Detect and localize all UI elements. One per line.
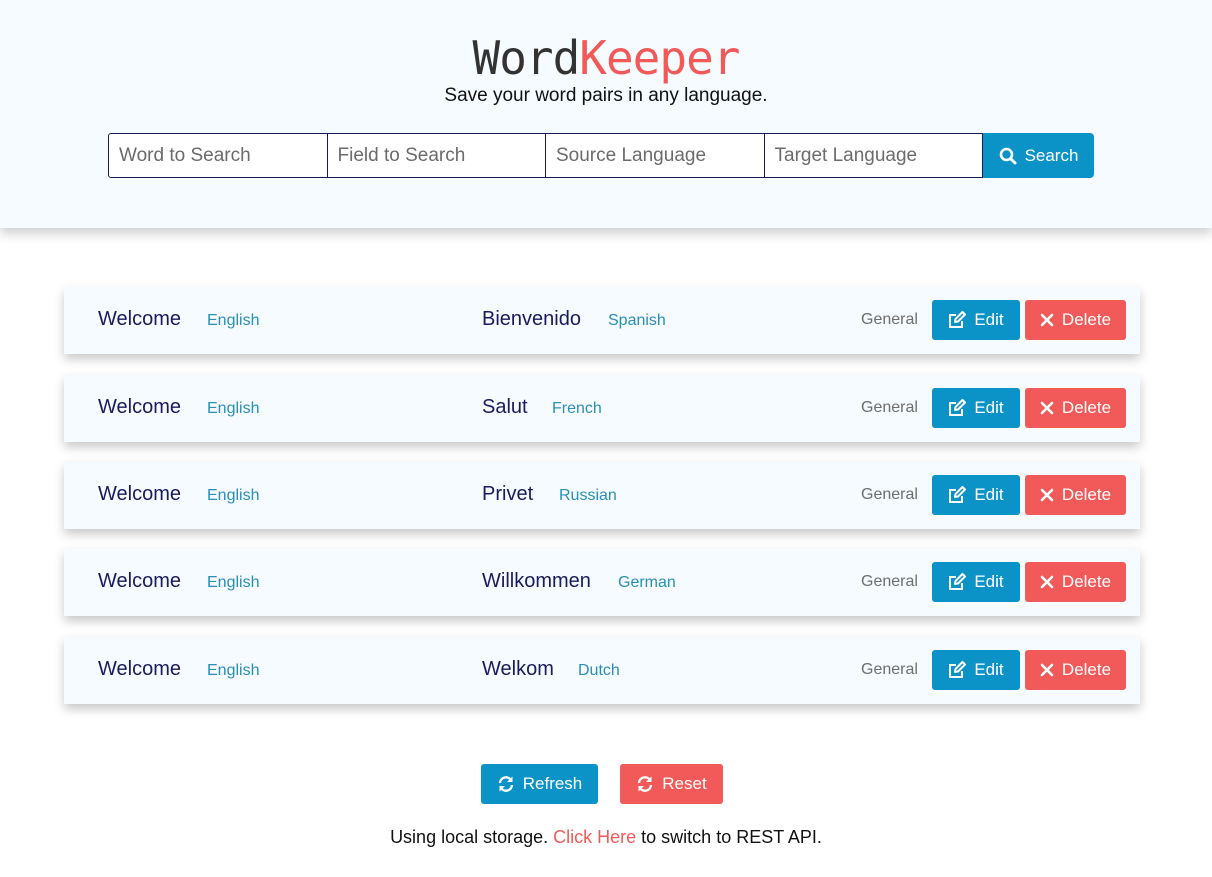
word-pair-row: Welcome English Willkommen German General Edi… xyxy=(64,549,1140,616)
search-bar: Search xyxy=(108,133,1094,178)
delete-button-label: Delete xyxy=(1061,398,1112,417)
edit-button-label: Edit xyxy=(974,572,1004,591)
tagline: Save your word pairs in any language. xyxy=(444,85,768,106)
footer-actions: Refresh Reset xyxy=(0,764,1212,804)
edit-button-label: Edit xyxy=(974,398,1004,417)
edit-button[interactable]: Edit xyxy=(932,300,1020,340)
reset-button-label: Reset xyxy=(662,774,707,793)
delete-button-label: Delete xyxy=(1061,572,1112,591)
category-label: General xyxy=(861,661,918,678)
edit-icon xyxy=(948,486,967,504)
source-language: English xyxy=(207,312,260,329)
close-icon xyxy=(1040,575,1054,589)
target-language: German xyxy=(618,574,676,591)
header: WordKeeper Save your word pairs in any l… xyxy=(0,0,1212,228)
edit-button[interactable]: Edit xyxy=(932,562,1020,602)
edit-icon xyxy=(948,661,967,679)
category-label: General xyxy=(861,311,918,328)
delete-button-label: Delete xyxy=(1061,310,1112,329)
target-word: Welkom xyxy=(482,658,554,680)
switch-to-rest-link[interactable]: Click Here xyxy=(553,827,636,847)
storage-note-text: Using local storage. xyxy=(390,827,554,847)
edit-icon xyxy=(948,311,967,329)
source-language-input[interactable] xyxy=(545,133,765,178)
target-word: Bienvenido xyxy=(482,308,581,330)
logo-word: Word xyxy=(472,31,581,85)
target-language: Russian xyxy=(559,487,617,504)
source-word: Welcome xyxy=(98,658,181,680)
delete-button-label: Delete xyxy=(1061,660,1112,679)
storage-note-text-after: to switch to REST API. xyxy=(636,827,822,847)
category-label: General xyxy=(861,486,918,503)
word-pair-row: Welcome English Salut French General Edit Dele… xyxy=(64,375,1140,442)
delete-button[interactable]: Delete xyxy=(1025,650,1126,690)
target-language: French xyxy=(552,400,602,417)
delete-button[interactable]: Delete xyxy=(1025,475,1126,515)
storage-note: Using local storage. Click Here to switc… xyxy=(0,827,1212,848)
delete-button[interactable]: Delete xyxy=(1025,300,1126,340)
target-word: Salut xyxy=(482,396,528,418)
word-search-input[interactable] xyxy=(108,133,328,178)
close-icon xyxy=(1040,401,1054,415)
word-pair-row: Welcome English Welkom Dutch General Edit Dele… xyxy=(64,637,1140,704)
source-language: English xyxy=(207,662,260,679)
edit-button-label: Edit xyxy=(974,660,1004,679)
app-logo: WordKeeper xyxy=(0,28,1212,88)
refresh-icon xyxy=(497,775,515,793)
search-button[interactable]: Search xyxy=(983,133,1094,178)
target-language-input[interactable] xyxy=(763,133,983,178)
search-icon xyxy=(999,147,1017,165)
delete-button-label: Delete xyxy=(1061,485,1112,504)
edit-icon xyxy=(948,573,967,591)
close-icon xyxy=(1040,313,1054,327)
category-label: General xyxy=(861,573,918,590)
refresh-button-label: Refresh xyxy=(522,774,583,793)
refresh-button[interactable]: Refresh xyxy=(481,764,598,804)
source-language: English xyxy=(207,400,260,417)
reset-button[interactable]: Reset xyxy=(620,764,723,804)
word-pair-row: Welcome English Bienvenido Spanish General Ed… xyxy=(64,287,1140,354)
edit-button-label: Edit xyxy=(974,310,1004,329)
target-language: Dutch xyxy=(578,662,620,679)
source-language: English xyxy=(207,487,260,504)
word-pair-row: Welcome English Privet Russian General Edit De… xyxy=(64,462,1140,529)
category-label: General xyxy=(861,399,918,416)
search-button-label: Search xyxy=(1024,145,1079,165)
edit-button-label: Edit xyxy=(974,485,1004,504)
close-icon xyxy=(1040,663,1054,677)
source-word: Welcome xyxy=(98,308,181,330)
edit-button[interactable]: Edit xyxy=(932,475,1020,515)
refresh-icon xyxy=(636,775,654,793)
logo-keeper: Keeper xyxy=(579,31,740,85)
source-word: Welcome xyxy=(98,483,181,505)
target-word: Privet xyxy=(482,483,534,505)
target-language: Spanish xyxy=(608,312,666,329)
field-search-input[interactable] xyxy=(326,133,546,178)
source-word: Welcome xyxy=(98,396,181,418)
close-icon xyxy=(1040,488,1054,502)
delete-button[interactable]: Delete xyxy=(1025,388,1126,428)
edit-button[interactable]: Edit xyxy=(932,650,1020,690)
source-language: English xyxy=(207,574,260,591)
edit-button[interactable]: Edit xyxy=(932,388,1020,428)
source-word: Welcome xyxy=(98,570,181,592)
target-word: Willkommen xyxy=(482,570,591,592)
delete-button[interactable]: Delete xyxy=(1025,562,1126,602)
edit-icon xyxy=(948,399,967,417)
